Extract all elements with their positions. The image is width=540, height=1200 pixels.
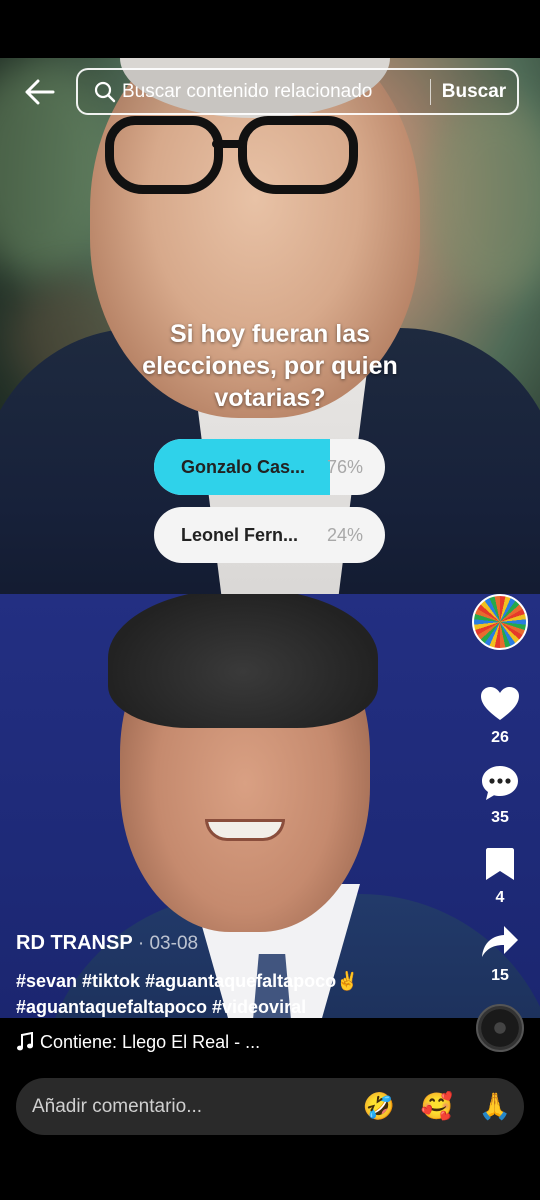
search-button[interactable]: Buscar <box>431 81 517 103</box>
comment-count: 35 <box>491 809 509 826</box>
music-note-icon <box>16 1031 34 1057</box>
emoji-smiling-hearts[interactable]: 🥰 <box>408 1092 466 1122</box>
glasses-bridge <box>212 140 244 148</box>
comment-area: 🤣 🥰 🙏 <box>0 1070 540 1200</box>
bookmark-icon <box>486 848 514 880</box>
poll-option-1[interactable]: Gonzalo Cas... 76% <box>154 439 385 495</box>
poll-option-percent: 76% <box>326 457 363 477</box>
poll-question: Si hoy fueran las elecciones, por quien … <box>142 320 398 412</box>
share-arrow-icon <box>482 926 518 957</box>
music-bar[interactable]: Contiene: Llego El Real - ... <box>0 1004 540 1070</box>
glasses-lens-right <box>238 116 358 194</box>
comment-bar[interactable]: 🤣 🥰 🙏 <box>16 1078 524 1135</box>
back-arrow-icon <box>25 79 55 105</box>
comment-bubble-icon <box>482 766 518 800</box>
save-count: 4 <box>495 889 505 906</box>
search-icon <box>88 81 122 103</box>
status-bar <box>0 0 540 58</box>
comment-button[interactable]: 35 <box>460 764 540 827</box>
poll-option-label: Leonel Fern... <box>181 525 299 545</box>
emoji-rofl[interactable]: 🤣 <box>350 1092 408 1122</box>
poll-option-2[interactable]: Leonel Fern... 24% <box>154 507 385 563</box>
search-input[interactable] <box>122 80 430 103</box>
post-author[interactable]: RD TRANSP · 03-08 <box>16 932 198 955</box>
save-button[interactable]: 4 <box>460 846 540 907</box>
poll-option-label: Gonzalo Cas... <box>181 457 306 477</box>
poll-option-percent: 24% <box>326 525 363 545</box>
hashtags-line[interactable]: #sevan #tiktok #aguantaquefaltapoco✌️ <box>16 968 456 994</box>
comment-input[interactable] <box>32 1095 350 1118</box>
music-disc[interactable] <box>476 1004 524 1052</box>
creator-avatar[interactable] <box>472 594 528 650</box>
emoji-folded-hands[interactable]: 🙏 <box>466 1092 524 1122</box>
candidate-smile <box>205 819 285 841</box>
like-button[interactable]: 26 <box>460 686 540 747</box>
music-title[interactable]: Contiene: Llego El Real - ... <box>40 1032 260 1053</box>
post-hashtags: #sevan #tiktok #aguantaquefaltapoco✌️ #a… <box>16 968 456 1020</box>
candidate-hair <box>108 594 378 728</box>
heart-icon <box>481 687 519 720</box>
author-name[interactable]: RD TRANSP <box>16 932 132 954</box>
like-count: 26 <box>491 729 509 746</box>
post-date: · 03-08 <box>137 933 199 954</box>
hashtags-line[interactable]: #aguantaquefaltapoco #videoviral <box>16 994 456 1020</box>
share-count: 15 <box>491 967 509 984</box>
background-blur <box>420 98 540 298</box>
glasses-lens-left <box>105 116 223 194</box>
share-button[interactable]: 15 <box>460 924 540 985</box>
search-bar[interactable]: Buscar <box>76 68 519 115</box>
back-button[interactable] <box>20 72 60 112</box>
